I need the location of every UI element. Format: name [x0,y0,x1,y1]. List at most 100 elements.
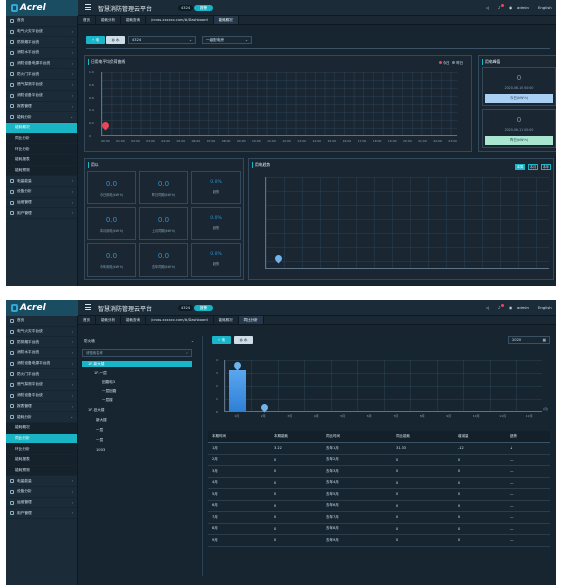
year-button[interactable]: 本年 [541,164,551,170]
nav-home[interactable]: 首页 [6,16,77,27]
water-button[interactable]: ◍ 水 [234,336,253,344]
alarm-badge-button[interactable]: 报警 [194,305,213,311]
chevron-right-icon: › [71,404,73,409]
menu-toggle-icon[interactable] [85,304,91,310]
nav-item[interactable]: 运维管理 › [6,198,77,209]
nav-sub-report[interactable]: 能耗报表 [6,454,77,466]
nav-item[interactable]: 设备分析 › [6,487,77,498]
nav-item[interactable]: 电量能量 › [6,476,77,487]
nav-sub-mom[interactable]: 环比分析 [6,144,77,155]
today-peak-button[interactable]: 今日(kW·h) [485,94,553,103]
month-button[interactable]: 本月 [528,164,538,170]
nav-item[interactable]: 防排烟平台统 › [6,37,77,49]
bar[interactable] [229,370,246,412]
tab-yoy[interactable]: 同比分析 [238,316,264,324]
tab-query[interactable]: 能耗查询 [121,316,146,324]
y-tick-label: 4 [216,358,218,362]
language-switch[interactable]: English [538,305,552,310]
nav-item[interactable]: 消防设备平台统 › [6,391,77,402]
nav-item[interactable]: 电量能量 › [6,176,77,187]
nav-energy[interactable]: 能耗分析 ⌄ [6,112,77,123]
tree-node[interactable]: 1003 [96,448,105,452]
nav-item[interactable]: 报表管理 › [6,102,77,113]
table-cell: 去年7月 [326,514,339,519]
sound-icon[interactable]: ◁ [486,5,489,10]
nav-item[interactable]: 设备分析 › [6,187,77,198]
table-row: 3月 0 去年3月 0 0 — [208,466,550,478]
nav-item[interactable]: 报表管理 › [6,402,77,413]
menu-toggle-icon[interactable] [85,4,91,10]
user-name[interactable]: admin [517,305,529,310]
site-select[interactable]: 4324 ⌄ [128,36,196,44]
table-cell: 0 [396,480,399,485]
nav-item[interactable]: 消防设备电源平台统 › [6,59,77,70]
tab-energy[interactable]: 能耗分析 [96,316,121,324]
door-icon [10,372,14,377]
sound-icon[interactable]: ◁ [486,305,489,310]
tree-node[interactable]: 1F-旧大楼 [88,408,104,413]
language-switch[interactable]: English [538,5,552,10]
chevron-down-icon[interactable]: ⌄ [191,339,194,343]
tree-node[interactable]: 1F-新大楼 [82,361,192,367]
tree-node[interactable]: 一层 [96,438,103,443]
nav-sub-forecast[interactable]: 能耗预测 [6,465,77,477]
tab-home[interactable]: 首页 [78,16,96,24]
tab-query[interactable]: 能耗查询 [121,16,146,24]
nav-item[interactable]: 燃气探测平台统 › [6,80,77,91]
nav-sub-yoy[interactable]: 同比分析 [6,133,77,145]
nav-item[interactable]: 防火门平台统 › [6,69,77,81]
nav-item[interactable]: 用户管理 › [6,208,77,220]
nav-home[interactable]: 首页 [6,316,77,327]
nav-sub-yoy[interactable]: 同比分析 [6,433,77,445]
tab-url[interactable]: /cross.xxxxxx.com/#/Dashboard [146,316,214,324]
user-name[interactable]: admin [517,5,529,10]
tab-overview[interactable]: 能耗概况 [213,16,239,24]
tree-search-input[interactable]: 请搜索名称 ⌕ [82,349,192,357]
tab-energy[interactable]: 能耗分析 [96,16,121,24]
nav-sub-overview[interactable]: 能耗概况 [6,422,77,434]
tab-overview[interactable]: 能耗概况 [214,316,239,324]
area-select[interactable]: 一级配电房 ⌄ [202,36,252,44]
electric-button[interactable]: ⚡ 电 [212,336,231,344]
nav-item[interactable]: 防火门平台统 › [6,369,77,381]
tree-node[interactable]: 新大楼 [96,418,107,423]
column-header: 同比能耗 [396,433,410,438]
tab-home[interactable]: 首页 [78,316,96,324]
usage-trend-panel: 用电趋势 本周 本月 本年 [248,158,554,280]
year-select[interactable]: 2020 ▦ [508,336,550,344]
tree-node[interactable]: 一层 [96,428,103,433]
tab-url[interactable]: /cross.xxxxxx.com/#/Dashboard [146,16,214,24]
search-icon[interactable]: ⌕ [186,350,188,356]
nav-item[interactable]: 燃气探测平台统 › [6,380,77,391]
nav-item[interactable]: 电气火灾平台统 › [6,27,77,38]
yesterday-peak-button[interactable]: 昨日(kW·h) [485,136,553,145]
nav-item[interactable]: 防排烟平台统 › [6,337,77,349]
nav-item[interactable]: 消防设备平台统 › [6,91,77,102]
panel-title: 用电趋势 [252,162,270,168]
week-button[interactable]: 本周 [515,164,525,170]
table-cell: — [510,526,514,531]
nav-item[interactable]: 消防设备电源平台统 › [6,359,77,370]
tree-node[interactable]: 一层楼 [102,398,113,403]
alarm-badge-button[interactable]: 报警 [194,5,213,11]
nav-sub-forecast[interactable]: 能耗预测 [6,165,77,177]
tree-node[interactable]: 一层回路 [102,389,116,394]
table-cell: 0 [274,457,277,462]
nav-sub-mom[interactable]: 环比分析 [6,444,77,455]
nav-item[interactable]: 用户管理 › [6,508,77,520]
nav-item[interactable]: 消防水平台统 › [6,348,77,359]
nav-sub-report[interactable]: 能耗报表 [6,154,77,166]
nav-item[interactable]: 消防水平台统 › [6,48,77,59]
x-tick-label: 1月 [234,414,240,418]
user-icon[interactable]: ◉ [509,5,512,10]
water-button[interactable]: ◍ 水 [106,36,125,44]
electric-button[interactable]: ⚡ 电 [86,36,105,44]
tree-node[interactable]: 回路电3 [102,380,115,385]
nav-item[interactable]: 电气火灾平台统 › [6,327,77,338]
nav-energy[interactable]: 能耗分析 ⌄ [6,412,77,423]
tree-node[interactable]: 1F-一层 [94,371,107,376]
table-cell: 31.33 [396,446,407,451]
user-icon[interactable]: ◉ [509,305,512,310]
nav-sub-overview[interactable]: 能耗概况 [6,122,77,134]
nav-item[interactable]: 运维管理 › [6,498,77,509]
